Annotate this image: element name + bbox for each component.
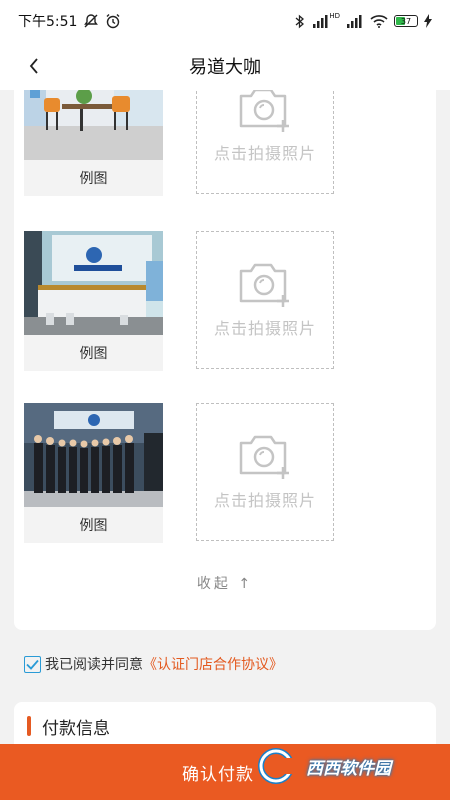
confirm-payment-label: 确认付款	[182, 764, 254, 785]
wifi-icon	[370, 14, 388, 28]
camera-icon	[239, 263, 289, 307]
signal-hd-icon	[311, 14, 331, 28]
agreement-checkbox[interactable]	[24, 655, 41, 673]
collapse-button[interactable]: 收起 ↑	[14, 573, 436, 593]
checkmark-icon	[26, 659, 39, 670]
page-title: 易道大咖	[189, 57, 261, 78]
status-time: 下午5:51	[18, 14, 78, 30]
example-photo: 例图	[24, 231, 163, 371]
watermark-icon	[258, 748, 300, 784]
example-caption: 例图	[79, 346, 108, 362]
signal-icon	[346, 14, 364, 28]
example-image-reception	[24, 231, 163, 335]
alarm-icon	[105, 13, 121, 29]
example-caption: 例图	[79, 171, 108, 187]
take-photo-button[interactable]: 点击拍摄照片	[196, 403, 334, 541]
agreement-link[interactable]: 《认证门店合作协议》	[143, 654, 283, 674]
example-caption: 例图	[79, 518, 108, 534]
watermark-logo: 西西软件园	[256, 746, 434, 786]
take-photo-label: 点击拍摄照片	[213, 491, 316, 510]
take-photo-label: 点击拍摄照片	[213, 319, 316, 338]
photo-row: 例图 点击拍摄照片	[24, 90, 424, 196]
battery-level: 37	[400, 16, 412, 26]
agreement-text: 我已阅读并同意	[45, 657, 143, 673]
take-photo-button[interactable]: 点击拍摄照片	[196, 231, 334, 369]
take-photo-button[interactable]: 点击拍摄照片	[196, 90, 334, 194]
agreement-row: 我已阅读并同意 《认证门店合作协议》	[24, 654, 283, 674]
example-photo: 例图	[24, 403, 163, 543]
charging-icon	[424, 14, 432, 28]
battery-icon: 37	[394, 15, 418, 27]
camera-icon	[239, 90, 289, 132]
status-bar: 下午5:51 HD 37	[0, 0, 450, 42]
back-button[interactable]	[20, 52, 48, 80]
example-photo: 例图	[24, 90, 163, 196]
bluetooth-icon	[295, 14, 305, 29]
photo-row: 例图 点击拍摄照片	[24, 231, 424, 371]
watermark-text: 西西软件园	[306, 758, 391, 779]
photo-row: 例图 点击拍摄照片	[24, 403, 424, 543]
mute-icon	[83, 13, 99, 29]
section-accent-bar	[27, 716, 31, 736]
nav-bar: 易道大咖	[0, 42, 450, 90]
payment-section-title: 付款信息	[42, 719, 110, 739]
example-image-staff	[24, 403, 163, 507]
camera-icon	[239, 435, 289, 479]
photo-upload-card: 例图 点击拍摄照片 例图 点击拍摄照片 例图 点击拍摄照片 收起 ↑	[14, 90, 436, 630]
chevron-left-icon	[29, 58, 38, 74]
network-type: HD	[329, 12, 340, 20]
take-photo-label: 点击拍摄照片	[213, 144, 316, 163]
example-image-lounge	[24, 90, 163, 160]
